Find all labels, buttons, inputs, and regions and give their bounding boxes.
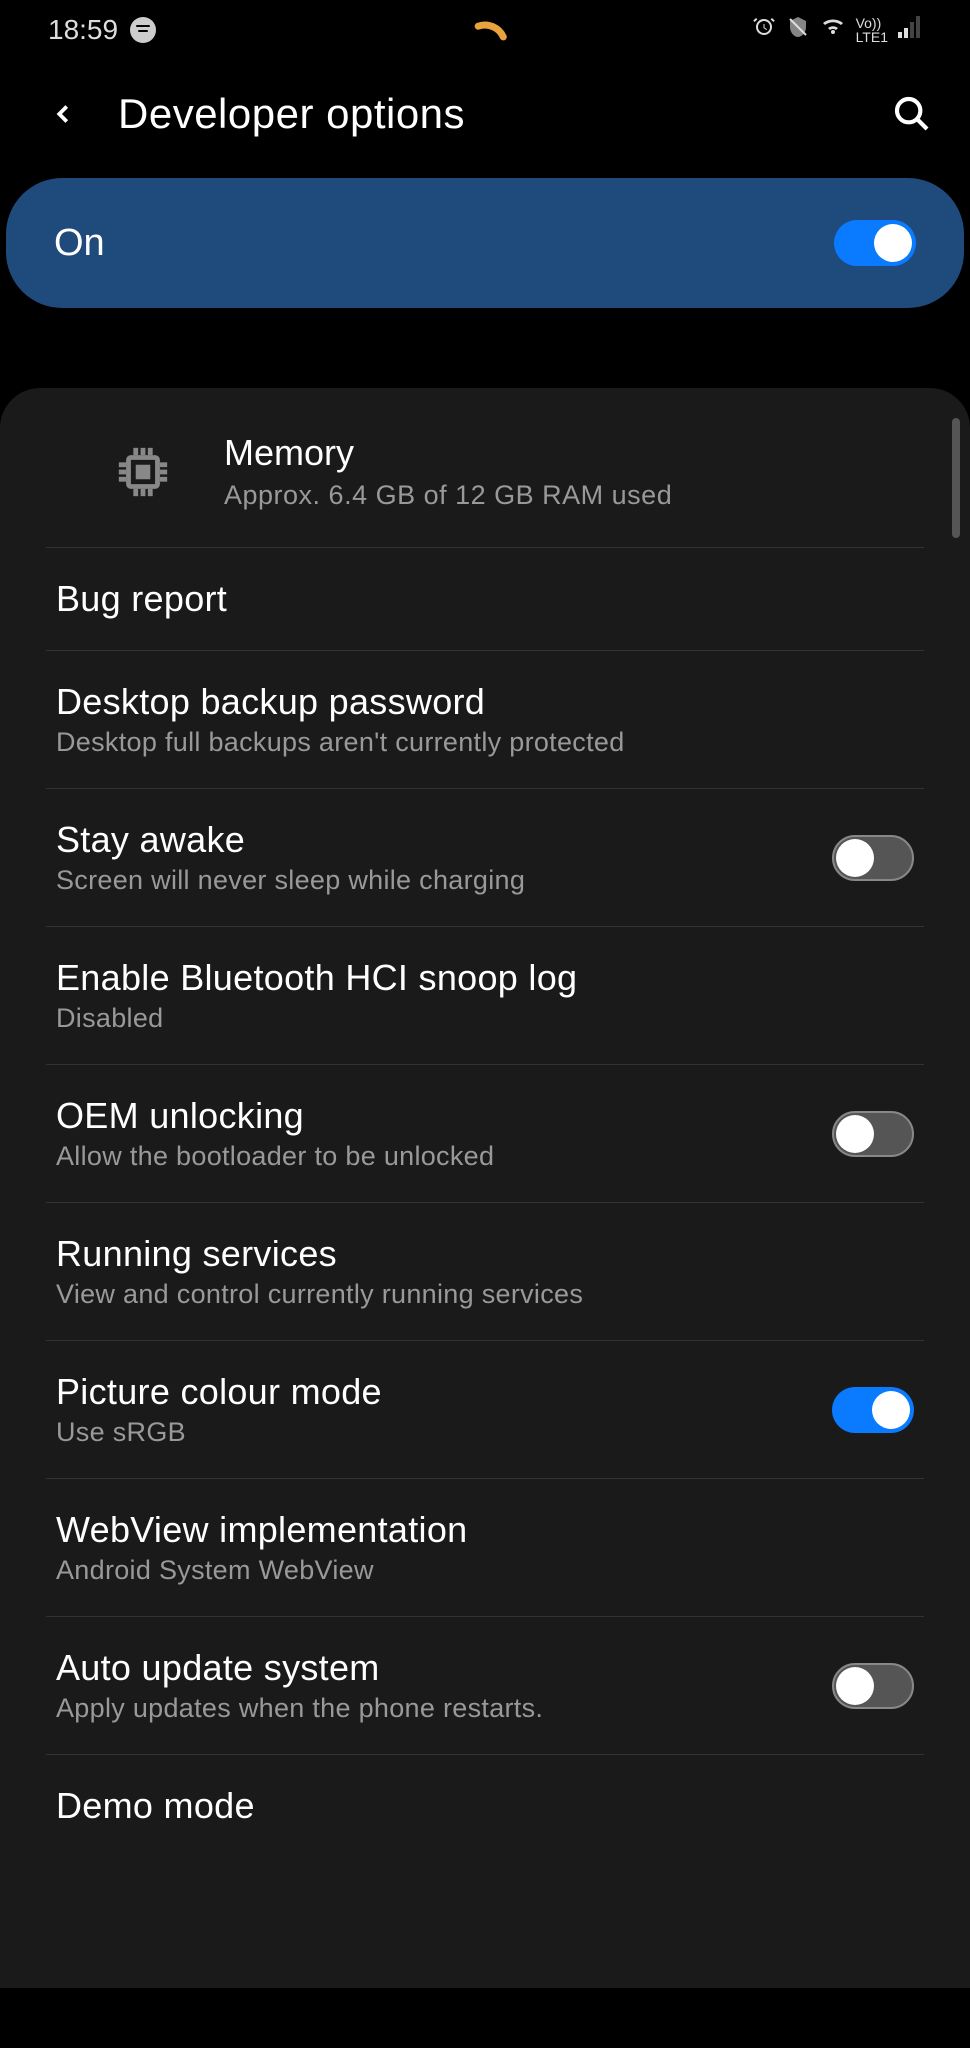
toggle-knob: [836, 839, 874, 877]
setting-title: Enable Bluetooth HCI snoop log: [56, 957, 914, 999]
back-button[interactable]: [48, 99, 78, 129]
network-label-group: Vo)) LTE1: [856, 16, 888, 44]
toggle-knob: [836, 1667, 874, 1705]
setting-subtitle: Apply updates when the phone restarts.: [56, 1693, 812, 1724]
setting-text: Auto update system Apply updates when the…: [56, 1647, 812, 1724]
memory-text: Memory Approx. 6.4 GB of 12 GB RAM used: [224, 432, 672, 511]
setting-bug-report[interactable]: Bug report: [46, 548, 924, 651]
setting-title: WebView implementation: [56, 1509, 914, 1551]
loading-spinner-icon: [460, 20, 510, 70]
setting-title: Demo mode: [56, 1785, 914, 1827]
setting-subtitle: Android System WebView: [56, 1555, 914, 1586]
memory-title: Memory: [224, 432, 672, 474]
setting-text: Picture colour mode Use sRGB: [56, 1371, 812, 1448]
status-time: 18:59: [48, 14, 118, 46]
toggle-auto-update-system[interactable]: [832, 1663, 914, 1709]
setting-title: Picture colour mode: [56, 1371, 812, 1413]
master-toggle-card[interactable]: On: [6, 178, 964, 308]
setting-title: OEM unlocking: [56, 1095, 812, 1137]
toggle-knob: [874, 224, 912, 262]
setting-subtitle: Disabled: [56, 1003, 914, 1034]
setting-title: Desktop backup password: [56, 681, 914, 723]
setting-demo-mode[interactable]: Demo mode: [46, 1755, 924, 1857]
app-header: Developer options: [0, 60, 970, 178]
settings-panel: Memory Approx. 6.4 GB of 12 GB RAM used …: [0, 388, 970, 1988]
scroll-indicator[interactable]: [952, 418, 960, 538]
setting-title: Auto update system: [56, 1647, 812, 1689]
setting-text: Stay awake Screen will never sleep while …: [56, 819, 812, 896]
setting-oem-unlocking[interactable]: OEM unlocking Allow the bootloader to be …: [46, 1065, 924, 1203]
memory-subtitle: Approx. 6.4 GB of 12 GB RAM used: [224, 480, 672, 511]
setting-text: Enable Bluetooth HCI snoop log Disabled: [56, 957, 914, 1034]
setting-running-services[interactable]: Running services View and control current…: [46, 1203, 924, 1341]
setting-picture-colour-mode[interactable]: Picture colour mode Use sRGB: [46, 1341, 924, 1479]
status-left: 18:59: [48, 14, 156, 46]
master-toggle-label: On: [54, 222, 105, 265]
setting-subtitle: Allow the bootloader to be unlocked: [56, 1141, 812, 1172]
setting-text: Desktop backup password Desktop full back…: [56, 681, 914, 758]
toggle-knob: [836, 1115, 874, 1153]
setting-title: Stay awake: [56, 819, 812, 861]
setting-desktop-backup-password[interactable]: Desktop backup password Desktop full back…: [46, 651, 924, 789]
setting-text: Bug report: [56, 578, 914, 620]
signal-icon: [898, 16, 922, 44]
setting-text: WebView implementation Android System Web…: [56, 1509, 914, 1586]
page-title: Developer options: [118, 90, 852, 138]
setting-title: Bug report: [56, 578, 914, 620]
setting-text: OEM unlocking Allow the bootloader to be …: [56, 1095, 812, 1172]
toggle-knob: [872, 1391, 910, 1429]
status-bar: 18:59 Vo)) LTE1: [0, 0, 970, 60]
setting-auto-update-system[interactable]: Auto update system Apply updates when the…: [46, 1617, 924, 1755]
settings-list: Bug reportDesktop backup passwordDesktop…: [0, 548, 970, 1857]
search-button[interactable]: [892, 94, 932, 134]
toggle-oem-unlocking[interactable]: [832, 1111, 914, 1157]
setting-stay-awake[interactable]: Stay awake Screen will never sleep while …: [46, 789, 924, 927]
spotify-icon: [130, 17, 156, 43]
wifi-icon: [820, 16, 846, 44]
toggle-stay-awake[interactable]: [832, 835, 914, 881]
setting-subtitle: Use sRGB: [56, 1417, 812, 1448]
setting-title: Running services: [56, 1233, 914, 1275]
setting-subtitle: Screen will never sleep while charging: [56, 865, 812, 896]
vibrate-icon: [786, 15, 810, 45]
setting-memory[interactable]: Memory Approx. 6.4 GB of 12 GB RAM used: [46, 388, 924, 548]
alarm-icon: [752, 15, 776, 45]
setting-subtitle: View and control currently running servi…: [56, 1279, 914, 1310]
toggle-picture-colour-mode[interactable]: [832, 1387, 914, 1433]
volte-label: Vo)): [856, 16, 888, 30]
status-right: Vo)) LTE1: [752, 15, 922, 45]
master-toggle-switch[interactable]: [834, 220, 916, 266]
memory-chip-icon: [114, 443, 172, 501]
setting-text: Demo mode: [56, 1785, 914, 1827]
setting-text: Running services View and control current…: [56, 1233, 914, 1310]
setting-subtitle: Desktop full backups aren't currently pr…: [56, 727, 914, 758]
network-label: LTE1: [856, 30, 888, 44]
setting-webview-implementation[interactable]: WebView implementation Android System Web…: [46, 1479, 924, 1617]
setting-bluetooth-hci-snoop[interactable]: Enable Bluetooth HCI snoop log Disabled: [46, 927, 924, 1065]
